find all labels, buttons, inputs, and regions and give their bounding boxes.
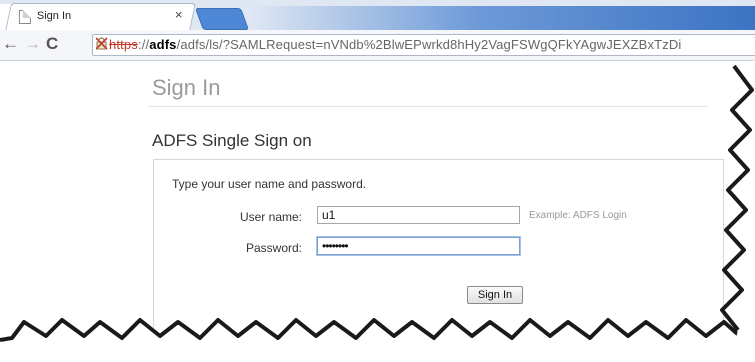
browser-toolbar: ← → C https://adfs/adfs/ls/?SAMLRequest=… xyxy=(0,30,755,61)
url-host: adfs xyxy=(149,37,177,52)
form-instructions: Type your user name and password. xyxy=(172,177,367,191)
insecure-lock-icon[interactable] xyxy=(96,37,108,50)
tab-strip-background xyxy=(250,6,755,30)
tab-title: Sign In xyxy=(36,10,72,22)
url-scheme: https xyxy=(109,37,138,52)
address-bar[interactable]: https://adfs/adfs/ls/?SAMLRequest=nVNdb%… xyxy=(92,34,755,56)
close-tab-icon[interactable]: × xyxy=(175,7,183,22)
page-title: Sign In xyxy=(152,75,221,100)
tab-sign-in[interactable]: Sign In × xyxy=(5,3,196,31)
title-divider xyxy=(148,106,708,107)
forward-arrow-icon[interactable]: → xyxy=(24,34,41,54)
url-separator: :// xyxy=(137,37,150,52)
new-tab-button[interactable] xyxy=(194,8,250,30)
tab-strip: Sign In × xyxy=(0,0,755,31)
page-icon xyxy=(18,10,31,24)
section-title: ADFS Single Sign on xyxy=(152,131,312,150)
username-label: User name: xyxy=(239,210,302,224)
reload-icon[interactable]: C xyxy=(46,34,58,54)
url-path: /adfs/ls/?SAMLRequest=nVNdb%2BlwEPwrkd8h… xyxy=(176,37,682,52)
username-input[interactable] xyxy=(317,206,520,224)
url-text[interactable]: https://adfs/adfs/ls/?SAMLRequest=nVNdb%… xyxy=(109,37,681,52)
sign-in-button[interactable]: Sign In xyxy=(467,286,523,304)
password-input[interactable] xyxy=(317,237,520,255)
username-hint: Example: ADFS Login xyxy=(529,210,627,221)
password-label: Password: xyxy=(245,241,302,255)
back-arrow-icon[interactable]: ← xyxy=(2,34,19,54)
